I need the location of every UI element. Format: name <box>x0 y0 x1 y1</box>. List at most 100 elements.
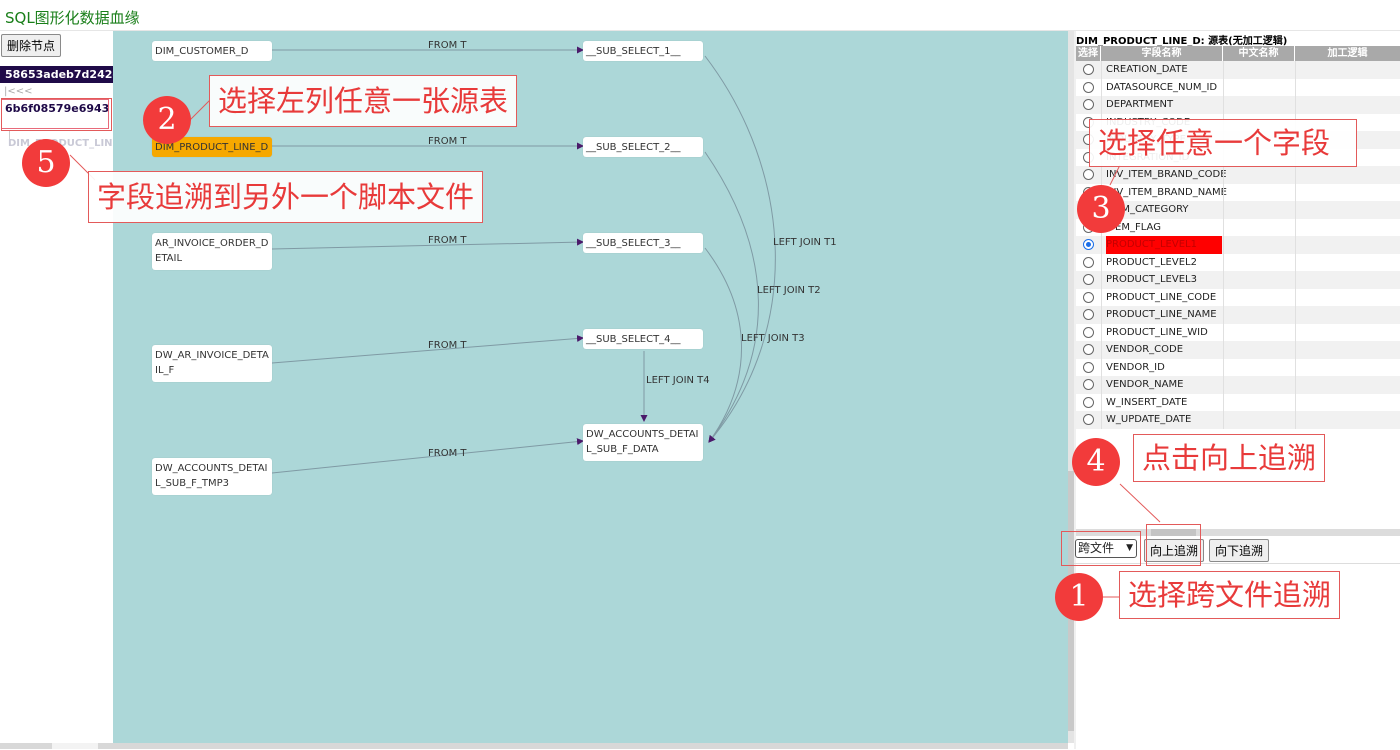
edge-join-t2 <box>704 151 759 443</box>
lineage-canvas[interactable]: DIM_CUSTOMER_D DIM_PRODUCT_LINE_D AR_INV… <box>113 31 1068 743</box>
annotation-3-marker: 3 <box>1077 185 1125 233</box>
field-radio[interactable] <box>1083 239 1094 250</box>
column-divider <box>1101 61 1102 79</box>
field-row[interactable]: PRODUCT_LINE_NAME <box>1076 306 1400 324</box>
trace-down-button[interactable]: 向下追溯 <box>1209 539 1270 562</box>
field-row[interactable]: PRODUCT_LEVEL2 <box>1076 253 1400 271</box>
column-divider <box>1101 323 1102 341</box>
edge-label: FROM T <box>428 40 467 51</box>
column-divider <box>1295 253 1296 271</box>
canvas-horizontal-scrollbar[interactable] <box>0 743 1068 749</box>
column-divider <box>1223 183 1224 201</box>
field-row[interactable]: PRODUCT_LEVEL3 <box>1076 271 1400 289</box>
field-row[interactable]: INV_ITEM_BRAND_CODE <box>1076 166 1400 184</box>
column-divider <box>1295 166 1296 184</box>
column-divider <box>1223 78 1224 96</box>
field-radio[interactable] <box>1083 99 1094 110</box>
annotation-4-text: 点击向上追溯 <box>1133 434 1326 482</box>
script-item-active[interactable]: 58653adeb7d242dc8 <box>0 66 113 83</box>
edge-label: LEFT JOIN T4 <box>646 375 710 386</box>
column-divider <box>1101 288 1102 306</box>
annotation-2-text: 选择左列任意一张源表 <box>209 75 518 127</box>
field-row[interactable]: ITEM_FLAG <box>1076 218 1400 236</box>
field-name: VENDOR_ID <box>1106 361 1165 373</box>
table-node-dim-customer[interactable]: DIM_CUSTOMER_D <box>152 41 272 61</box>
column-header: 字段名称 <box>1101 46 1223 61</box>
subquery-node-2[interactable]: __SUB_SELECT_2__ <box>583 137 703 157</box>
column-header: 加工逻辑 <box>1327 48 1368 59</box>
column-divider <box>1295 183 1296 201</box>
field-radio[interactable] <box>1083 274 1094 285</box>
annotation-5-text: 字段追溯到另外一个脚本文件 <box>88 171 484 223</box>
field-name: VENDOR_NAME <box>1106 379 1184 390</box>
field-name: CREATION_DATE <box>1106 64 1188 75</box>
column-divider <box>1223 218 1224 236</box>
field-name: PRODUCT_LEVEL3 <box>1106 274 1197 285</box>
subquery-node-1[interactable]: __SUB_SELECT_1__ <box>583 41 703 61</box>
edge-label: FROM T <box>428 448 467 459</box>
column-divider <box>1295 271 1296 289</box>
field-radio[interactable] <box>1083 361 1094 373</box>
column-divider <box>1295 323 1296 341</box>
field-row[interactable]: W_UPDATE_DATE <box>1076 411 1400 429</box>
nav-prev-link[interactable]: |<<< <box>4 86 33 97</box>
field-radio[interactable] <box>1083 379 1094 390</box>
field-radio[interactable] <box>1083 81 1094 93</box>
annotation-4-marker: 4 <box>1072 438 1120 486</box>
subquery-node-4[interactable]: __SUB_SELECT_4__ <box>583 329 703 349</box>
column-divider <box>1223 201 1224 219</box>
field-radio[interactable] <box>1083 256 1094 268</box>
field-row[interactable]: CREATION_DATE <box>1076 61 1400 79</box>
field-row[interactable]: DATASOURCE_NUM_ID <box>1076 78 1400 96</box>
table-node-ar-invoice-order-detail[interactable]: AR_INVOICE_ORDER_DETAIL <box>152 233 272 270</box>
target-node-dw-accounts-data[interactable]: DW_ACCOUNTS_DETAIL_SUB_F_DATA <box>583 424 703 461</box>
field-name: PRODUCT_LEVEL2 <box>1106 256 1197 268</box>
column-divider <box>1101 271 1102 289</box>
field-name: W_INSERT_DATE <box>1106 396 1188 408</box>
column-divider <box>1101 78 1102 96</box>
column-divider <box>1295 218 1296 236</box>
column-divider <box>1223 253 1224 271</box>
table-info-title: DIM_PRODUCT_LINE_D: 源表(无加工逻辑) <box>1076 36 1288 47</box>
column-divider <box>1101 341 1102 359</box>
edge-label: FROM T <box>428 235 467 246</box>
field-radio[interactable] <box>1083 291 1094 303</box>
field-radio[interactable] <box>1083 344 1094 355</box>
column-divider <box>1223 376 1224 394</box>
field-radio[interactable] <box>1083 326 1094 338</box>
subquery-node-3[interactable]: __SUB_SELECT_3__ <box>583 233 703 253</box>
field-row[interactable]: INV_ITEM_BRAND_NAME <box>1076 183 1400 201</box>
field-row[interactable]: VENDOR_ID <box>1076 358 1400 376</box>
field-row[interactable]: PRODUCT_LEVEL1 <box>1076 236 1400 254</box>
delete-node-button[interactable]: 删除节点 <box>1 34 62 57</box>
field-row[interactable]: W_INSERT_DATE <box>1076 393 1400 411</box>
column-divider <box>1223 306 1224 324</box>
field-row[interactable]: VENDOR_CODE <box>1076 341 1400 359</box>
field-row[interactable]: PRODUCT_LINE_WID <box>1076 323 1400 341</box>
column-divider <box>1101 96 1102 114</box>
script-panel: 删除节点 58653adeb7d242dc8 |<<< 6b6f08579e69… <box>0 31 113 749</box>
field-radio[interactable] <box>1083 396 1094 408</box>
edge-label: LEFT JOIN T2 <box>757 285 821 296</box>
field-name: PRODUCT_LEVEL1 <box>1106 236 1222 254</box>
field-name: DATASOURCE_NUM_ID <box>1106 81 1218 93</box>
field-name: PRODUCT_LINE_NAME <box>1106 309 1217 320</box>
table-node-dw-accounts-tmp3[interactable]: DW_ACCOUNTS_DETAIL_SUB_F_TMP3 <box>152 458 272 495</box>
app-title: SQL图形化数据血缘 <box>5 9 140 27</box>
field-radio[interactable] <box>1083 414 1094 425</box>
table-node-dw-ar-invoice-detail[interactable]: DW_AR_INVOICE_DETAIL_F <box>152 345 272 382</box>
column-divider <box>1295 236 1296 254</box>
field-row[interactable]: VENDOR_NAME <box>1076 376 1400 394</box>
column-divider <box>1101 306 1102 324</box>
scrollbar-thumb[interactable] <box>52 743 98 749</box>
field-radio[interactable] <box>1083 169 1094 180</box>
field-row[interactable]: DEPARTMENT <box>1076 96 1400 114</box>
field-radio[interactable] <box>1083 309 1094 320</box>
column-divider <box>1223 358 1224 376</box>
column-divider <box>1295 358 1296 376</box>
field-row[interactable]: PRODUCT_LINE_CODE <box>1076 288 1400 306</box>
edge-label: FROM T <box>428 340 467 351</box>
field-radio[interactable] <box>1083 64 1094 75</box>
column-header: 中文名称 <box>1223 46 1295 61</box>
highlight-scope-select <box>1061 531 1141 566</box>
